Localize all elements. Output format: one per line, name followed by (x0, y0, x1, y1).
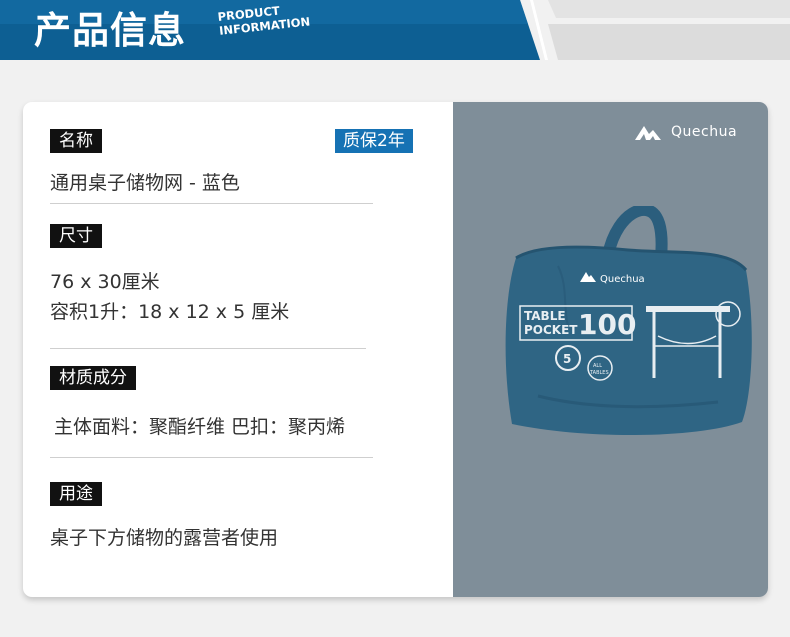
brand-logo: Quechua (635, 124, 737, 140)
warranty-badge: 质保2年 (335, 129, 413, 153)
bag-text-pocket: POCKET (524, 323, 578, 337)
product-image-panel: Quechua Quechua TABLE POCKET 100 5 ALL T… (453, 102, 768, 597)
header-banner: 产品信息 PRODUCT INFORMATION (0, 0, 790, 64)
divider (50, 457, 373, 458)
material-value: 主体面料：聚酯纤维 巴扣：聚丙烯 (54, 416, 346, 438)
bag-text-table: TABLE (524, 309, 566, 323)
bag-brand: Quechua (600, 274, 645, 285)
page-title: 产品信息 (34, 9, 186, 52)
bag-badge-tables: TABLES (589, 370, 609, 376)
size-label: 尺寸 (50, 224, 102, 248)
bag-badge-number: 5 (563, 352, 571, 366)
quechua-mountain-icon (635, 126, 661, 140)
size-dimensions: 76 x 30厘米 (50, 271, 160, 293)
material-label: 材质成分 (50, 366, 136, 390)
usage-value: 桌子下方储物的露营者使用 (50, 527, 279, 549)
divider (50, 203, 373, 204)
divider (50, 348, 366, 349)
bag-number: 100 (578, 308, 636, 341)
name-label: 名称 (50, 129, 102, 153)
size-volume: 容积1升：18 x 12 x 5 厘米 (50, 301, 290, 323)
product-name: 通用桌子储物网 - 蓝色 (50, 172, 240, 194)
bag-badge-all: ALL (593, 363, 602, 369)
brand-name: Quechua (671, 124, 738, 140)
product-bag-image: Quechua TABLE POCKET 100 5 ALL TABLES (505, 206, 752, 436)
usage-label: 用途 (50, 482, 102, 506)
info-column: 名称 质保2年 通用桌子储物网 - 蓝色 尺寸 76 x 30厘米 容积1升：1… (23, 102, 453, 597)
product-info-card: 名称 质保2年 通用桌子储物网 - 蓝色 尺寸 76 x 30厘米 容积1升：1… (23, 102, 768, 597)
